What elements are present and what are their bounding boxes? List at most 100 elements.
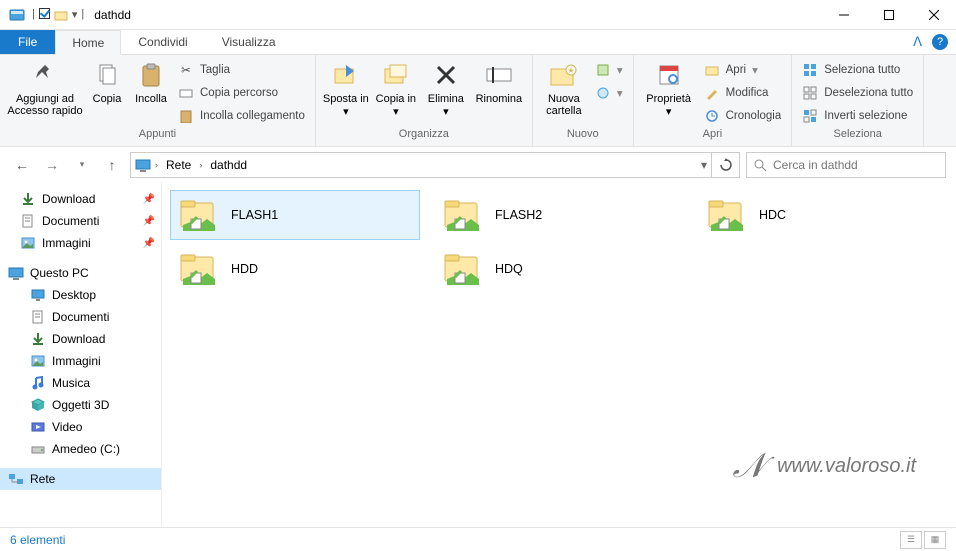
select-all-button[interactable]: Seleziona tutto [798,59,917,81]
search-input[interactable] [773,158,939,172]
open-button[interactable]: Apri ▾ [700,59,786,81]
delete-button[interactable]: Elimina▾ [422,57,470,118]
tab-share[interactable]: Condividi [121,30,204,54]
item-count: 6 elementi [10,533,65,547]
back-button[interactable]: ← [10,153,34,177]
sidebar-quick-documenti[interactable]: Documenti📌 [0,210,161,232]
history-button[interactable]: Cronologia [700,105,786,127]
label: Copia [93,93,122,105]
tab-view[interactable]: Visualizza [205,30,293,54]
qat-divider: | [32,8,35,22]
label: Aggiungi ad Accesso rapido [6,93,84,117]
search-box[interactable] [746,152,946,178]
sidebar-item-amedeoc[interactable]: Amedeo (C:) [0,438,161,460]
shared-folder-icon [441,249,485,289]
sidebar-item-desktop[interactable]: Desktop [0,284,161,306]
pin-to-quickaccess-button[interactable]: Aggiungi ad Accesso rapido [6,57,84,117]
forward-button[interactable]: → [40,153,64,177]
qat-check-icon[interactable] [39,8,50,22]
sidebar-item-immagini[interactable]: Immagini [0,350,161,372]
help-icon[interactable]: ? [932,34,948,50]
sidebar-network[interactable]: Rete [0,468,161,490]
qat-dropdown-icon[interactable]: ▾ [72,8,78,22]
svg-text:★: ★ [567,66,574,75]
move-to-button[interactable]: Sposta in ▾ [322,57,370,118]
easy-access-button[interactable]: ▾ [591,82,627,104]
close-button[interactable] [911,0,956,30]
qat-divider2: | [81,8,84,22]
status-bar: 6 elementi ☰ ▦ [0,527,956,551]
new-folder-button[interactable]: ★ Nuova cartella [539,57,589,117]
paste-button[interactable]: Incolla [130,57,172,105]
qat-folder-icon[interactable] [54,8,68,22]
selectall-icon [802,62,818,78]
tab-file[interactable]: File [0,30,55,54]
sidebar-this-pc[interactable]: Questo PC [0,262,161,284]
label: Rinomina [476,93,522,105]
icons-view-button[interactable]: ▦ [924,531,946,549]
select-none-button[interactable]: Deseleziona tutto [798,82,917,104]
chevron-icon[interactable]: › [155,160,158,170]
watermark-logo: 𝒩 [732,447,765,486]
sidebar-item-download[interactable]: Download [0,328,161,350]
navigation-pane[interactable]: Download📌Documenti📌Immagini📌 Questo PC D… [0,182,162,526]
invert-selection-button[interactable]: Inverti selezione [798,105,917,127]
sidebar-item-musica[interactable]: Musica [0,372,161,394]
download-icon [20,191,36,207]
rename-button[interactable]: Rinomina [472,57,526,105]
folder-hdc[interactable]: HDC [698,190,948,240]
sidebar-quick-immagini[interactable]: Immagini📌 [0,232,161,254]
shared-folder-icon [441,195,485,235]
address-bar[interactable]: › Rete › dathdd ▾ [130,152,712,178]
ribbon-group-select: Seleziona tutto Deseleziona tutto Invert… [792,55,924,146]
watermark: 𝒩 www.valoroso.it [732,447,916,486]
up-button[interactable]: ↑ [100,153,124,177]
folder-flash1[interactable]: FLASH1 [170,190,420,240]
paste-shortcut-button[interactable]: Incolla collegamento [174,105,309,127]
ribbon-tabs: File Home Condividi Visualizza ᐱ ? [0,30,956,55]
ribbon-group-new: ★ Nuova cartella ▾ ▾ Nuovo [533,55,634,146]
copy-to-button[interactable]: Copia in ▾ [372,57,420,118]
folder-flash2[interactable]: FLASH2 [434,190,684,240]
collapse-ribbon-icon[interactable]: ᐱ [903,30,932,54]
properties-button[interactable]: Proprietà▾ [640,57,698,118]
copy-path-button[interactable]: Copia percorso [174,82,309,104]
sidebar-item-oggetti3d[interactable]: Oggetti 3D [0,394,161,416]
breadcrumb-network[interactable]: Rete [162,156,195,174]
quick-access-toolbar: | ▾ | [32,8,84,22]
group-label: Seleziona [798,128,917,144]
refresh-button[interactable] [712,152,740,178]
cut-button[interactable]: ✂Taglia [174,59,309,81]
details-view-button[interactable]: ☰ [900,531,922,549]
sidebar-quick-download[interactable]: Download📌 [0,188,161,210]
copy-button[interactable]: Copia [86,57,128,105]
chevron-icon[interactable]: › [199,160,202,170]
content-pane[interactable]: FLASH1 FLASH2 HDC HDD HDQ 𝒩 www.valoroso.it [162,182,956,526]
maximize-button[interactable] [866,0,911,30]
ribbon: Aggiungi ad Accesso rapido Copia Incolla… [0,55,956,147]
folder-hdd[interactable]: HDD [170,244,420,294]
folder-label: HDC [759,208,786,222]
label: Elimina▾ [428,93,464,118]
label: Nuova cartella [539,93,589,117]
newfolder-icon: ★ [548,59,580,91]
system-icon[interactable] [6,4,28,26]
tab-home[interactable]: Home [55,30,121,55]
edit-button[interactable]: Modifica [700,82,786,104]
recent-dropdown[interactable]: ▾ [70,153,94,177]
sidebar-item-documenti[interactable]: Documenti [0,306,161,328]
shared-folder-icon [177,249,221,289]
breadcrumb-current[interactable]: dathdd [206,156,251,174]
invert-icon [802,108,818,124]
folder-label: FLASH1 [231,208,278,222]
desktop-icon [30,287,46,303]
shortcut-icon [178,108,194,124]
folder-label: FLASH2 [495,208,542,222]
folder-hdq[interactable]: HDQ [434,244,684,294]
copyto-icon [380,59,412,91]
minimize-button[interactable] [821,0,866,30]
address-dropdown-icon[interactable]: ▾ [701,158,707,172]
sidebar-item-video[interactable]: Video [0,416,161,438]
documents-icon [20,213,36,229]
new-item-button[interactable]: ▾ [591,59,627,81]
